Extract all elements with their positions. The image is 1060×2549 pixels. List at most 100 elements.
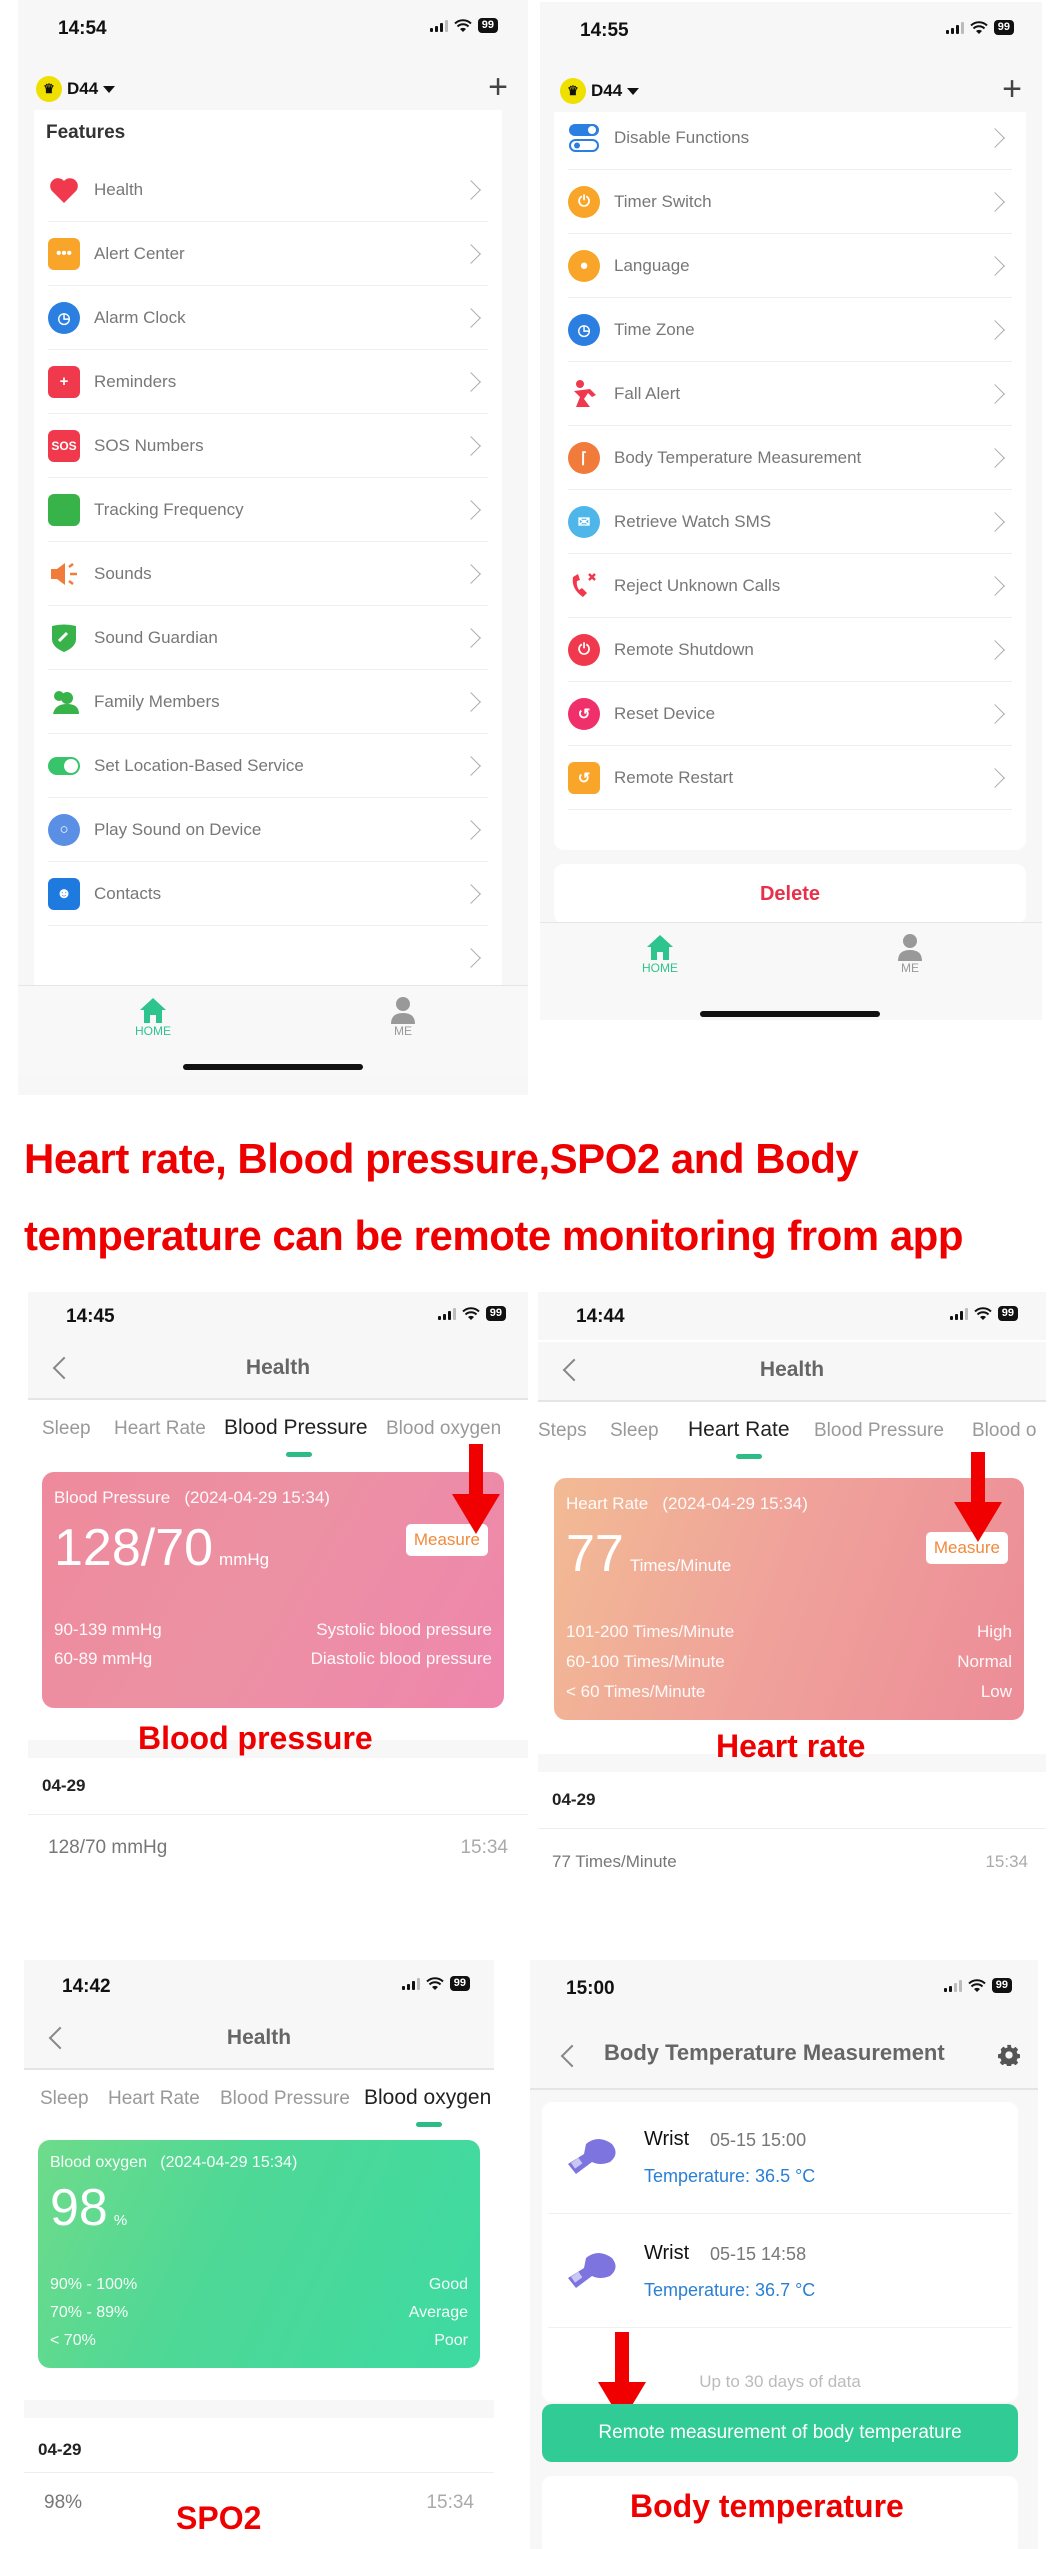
add-device-button[interactable]: + — [488, 70, 508, 104]
chevron-right-icon — [461, 371, 481, 392]
tab-sleep[interactable]: Sleep — [42, 1418, 91, 1440]
tab-sleep[interactable]: Sleep — [610, 1420, 659, 1442]
tab-me[interactable]: ME — [875, 933, 945, 975]
spo2-unit: % — [113, 2212, 128, 2229]
menu-item-blank[interactable] — [48, 926, 488, 990]
tab-heart-rate[interactable]: Heart Rate — [688, 1418, 790, 1442]
menu-item-language[interactable]: ● Language — [568, 234, 1012, 298]
status-time: 14:54 — [58, 18, 107, 39]
selected-tab-indicator — [286, 1452, 312, 1457]
menu-item-family-members[interactable]: Family Members — [48, 670, 488, 734]
menu-item-label: Sound Guardian — [94, 627, 218, 647]
headline-line-2: temperature can be remote monitoring fro… — [24, 1212, 964, 1259]
back-button[interactable] — [560, 2044, 584, 2068]
range-value: 90% - 100% — [50, 2276, 138, 2293]
device-name: D44 — [67, 79, 99, 98]
menu-item-alarm-clock[interactable]: ◷ Alarm Clock — [48, 286, 488, 350]
screen-body-temperature: 15:00 99 Body Temperature Measurement Wr… — [530, 1960, 1038, 2549]
menu-item-label: Reject Unknown Calls — [614, 575, 781, 595]
menu-item-timer-switch[interactable]: ⏻ Timer Switch — [568, 170, 1012, 234]
annotation-label: SPO2 — [176, 2500, 262, 2536]
menu-item-fall-alert[interactable]: Fall Alert — [568, 362, 1012, 426]
history-row[interactable]: 128/70 mmHg 15:34 — [48, 1837, 508, 1859]
menu-item-health[interactable]: Health — [48, 158, 488, 222]
blood-pressure-card: Blood Pressure (2024-04-29 15:34) 128/70… — [42, 1472, 504, 1708]
remote-measure-button[interactable]: Remote measurement of body temperature — [542, 2404, 1018, 2462]
wifi-icon — [974, 1306, 992, 1320]
signal-icon — [429, 19, 448, 32]
tab-home-label: HOME — [642, 961, 678, 975]
battery-icon: 99 — [993, 20, 1014, 35]
page-title: Health — [226, 2026, 292, 2049]
menu-item-tracking-frequency[interactable]: Tracking Frequency — [48, 478, 488, 542]
tab-blood-pressure[interactable]: Blood Pressure — [220, 2088, 350, 2110]
home-icon — [647, 935, 673, 960]
menu-item-time-zone[interactable]: ◷ Time Zone — [568, 298, 1012, 362]
range-value: 60-100 Times/Minute — [566, 1652, 725, 1671]
menu-item-remote-restart[interactable]: ↺ Remote Restart — [568, 746, 1012, 810]
tab-blood-oxygen[interactable]: Blood o — [972, 1420, 1036, 1442]
tab-heart-rate[interactable]: Heart Rate — [114, 1418, 206, 1440]
chevron-right-icon — [985, 575, 1005, 596]
range-label: Systolic blood pressure — [316, 1620, 492, 1639]
sos-icon: SOS — [48, 429, 80, 462]
status-bar: 14:44 99 — [538, 1292, 1046, 1340]
menu-item-sos-numbers[interactable]: SOS SOS Numbers — [48, 414, 488, 478]
headline-line-1: Heart rate, Blood pressure,SPO2 and Body — [24, 1135, 859, 1182]
menu-item-set-location-based-service[interactable]: Set Location-Based Service — [48, 734, 488, 798]
tab-heart-rate[interactable]: Heart Rate — [108, 2088, 200, 2110]
wrist-sensor-icon — [568, 2253, 616, 2288]
menu-item-body-temperature-measurement[interactable]: ⌈ Body Temperature Measurement — [568, 426, 1012, 490]
tab-sleep[interactable]: Sleep — [40, 2088, 89, 2110]
reset-icon: ↺ — [568, 697, 600, 730]
menu-item-label: Retrieve Watch SMS — [614, 511, 772, 531]
bp-unit: mmHg — [219, 1550, 270, 1569]
tab-blood-oxygen[interactable]: Blood oxygen — [386, 1418, 501, 1440]
menu-item-reminders[interactable]: + Reminders — [48, 350, 488, 414]
menu-item-contacts[interactable]: ☻ Contacts — [48, 862, 488, 926]
menu-item-sounds[interactable]: Sounds — [48, 542, 488, 606]
tab-home-label: HOME — [135, 1024, 171, 1038]
tab-me[interactable]: ME — [368, 996, 438, 1038]
menu-item-play-sound-on-device[interactable]: ○ Play Sound on Device — [48, 798, 488, 862]
wifi-icon — [968, 1978, 986, 1992]
add-device-button[interactable]: + — [1002, 72, 1022, 106]
tab-blood-oxygen[interactable]: Blood oxygen — [364, 2086, 491, 2110]
menu-item-reject-unknown-calls[interactable]: Reject Unknown Calls — [568, 554, 1012, 618]
tab-blood-pressure[interactable]: Blood Pressure — [814, 1420, 944, 1442]
menu-item-retrieve-watch-sms[interactable]: ✉ Retrieve Watch SMS — [568, 490, 1012, 554]
delete-device-button[interactable]: Delete — [554, 864, 1026, 924]
tab-home[interactable]: HOME — [118, 996, 188, 1038]
status-time: 14:45 — [66, 1306, 115, 1327]
nav-bar: Health — [28, 1340, 528, 1400]
card-value-wrap: 98% — [50, 2182, 127, 2247]
tab-home[interactable]: HOME — [625, 933, 695, 975]
history-value: 128/70 mmHg — [48, 1837, 168, 1858]
menu-item-disable-functions[interactable]: Disable Functions — [568, 106, 1012, 170]
tab-bar: HOME ME — [540, 922, 1042, 1020]
history-date: 04-29 — [552, 1790, 596, 1809]
chevron-right-icon — [461, 243, 481, 264]
menu-item-label: Family Members — [94, 691, 220, 711]
status-icons: 99 — [945, 20, 1014, 35]
menu-item-alert-center[interactable]: ••• Alert Center — [48, 222, 488, 286]
temperature-record[interactable]: Wrist 05-15 15:00 Temperature: 36.5 °C — [548, 2102, 1012, 2214]
menu-item-sound-guardian[interactable]: Sound Guardian — [48, 606, 488, 670]
device-selector[interactable]: ♛ D44 — [36, 76, 116, 102]
gear-icon[interactable] — [998, 2044, 1020, 2066]
tab-steps[interactable]: Steps — [538, 1420, 587, 1442]
range-value: 101-200 Times/Minute — [566, 1622, 735, 1641]
menu-item-reset-device[interactable]: ↺ Reset Device — [568, 682, 1012, 746]
status-time: 14:42 — [62, 1976, 111, 1997]
chevron-right-icon — [985, 319, 1005, 340]
nav-bar: Health — [538, 1342, 1046, 1402]
device-avatar-icon: ♛ — [560, 78, 586, 104]
tab-blood-pressure[interactable]: Blood Pressure — [224, 1416, 368, 1440]
device-selector[interactable]: ♛ D44 — [560, 78, 640, 104]
chevron-right-icon — [461, 627, 481, 648]
annotation-arrow — [954, 1452, 1002, 1542]
menu-item-remote-shutdown[interactable]: ⏻ Remote Shutdown — [568, 618, 1012, 682]
history-row[interactable]: 77 Times/Minute 15:34 — [552, 1852, 1028, 1872]
temperature-record[interactable]: Wrist 05-15 14:58 Temperature: 36.7 °C — [548, 2216, 1012, 2328]
annotation-label: Body temperature — [630, 2488, 904, 2524]
